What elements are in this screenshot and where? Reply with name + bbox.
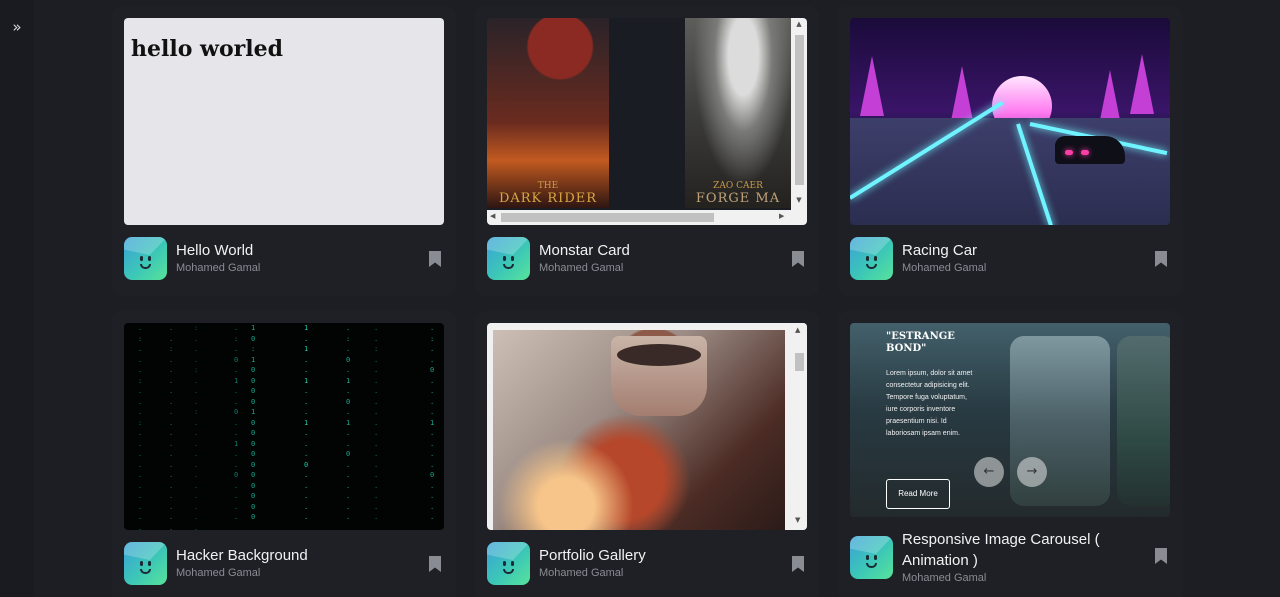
card-author[interactable]: Mohamed Gamal: [539, 262, 623, 274]
avatar[interactable]: [124, 542, 167, 585]
gallery-photo: [493, 330, 785, 530]
horizontal-scrollbar[interactable]: ◀ ▶: [487, 210, 807, 225]
card-author[interactable]: Mohamed Gamal: [902, 262, 986, 274]
bookmark-icon[interactable]: [428, 555, 442, 573]
art-caption: THE: [537, 181, 559, 191]
card-author[interactable]: Mohamed Gamal: [176, 262, 260, 274]
card-title[interactable]: Hacker Background: [176, 546, 412, 566]
project-preview[interactable]: hello worled: [124, 18, 444, 225]
bookmark-icon[interactable]: [791, 250, 805, 268]
card-meta: Hello World Mohamed Gamal: [124, 237, 444, 281]
card-title[interactable]: Monstar Card: [539, 241, 775, 261]
project-preview[interactable]: . : . . . : . . . : . . . . . . . . . . …: [124, 323, 444, 530]
card-meta: Monstar Card Mohamed Gamal: [487, 237, 807, 281]
card-meta: Portfolio Gallery Mohamed Gamal: [487, 542, 807, 586]
neon-pyramid: [950, 66, 974, 126]
scroll-up-icon[interactable]: ▲: [795, 20, 803, 28]
project-card-portfolio-gallery[interactable]: ▲ ▼ Portfolio Gallery Mohamed Gamal: [475, 311, 819, 597]
card-title[interactable]: Portfolio Gallery: [539, 546, 775, 566]
racing-car: [1055, 136, 1125, 164]
card-meta: Responsive Image Carousel ( Animation ) …: [850, 525, 1170, 585]
scroll-up-icon[interactable]: ▲: [795, 326, 800, 334]
project-preview[interactable]: THE DARK RIDER ZAO CAER FORGE MA ▲ ▼ ◀ ▶: [487, 18, 807, 225]
monster-art-dark-rider: THE DARK RIDER: [487, 18, 609, 208]
carousel-heading: "ESTRANGE BOND": [886, 331, 955, 354]
neon-pyramid: [1130, 54, 1154, 114]
card-author[interactable]: Mohamed Gamal: [902, 572, 986, 584]
scrollbar-thumb[interactable]: [501, 213, 714, 222]
bookmark-icon[interactable]: [428, 250, 442, 268]
carousel-body: Lorem ipsum, dolor sit amet consectetur …: [886, 370, 973, 437]
scroll-down-icon[interactable]: ▼: [795, 516, 800, 524]
bookmark-icon[interactable]: [1154, 547, 1168, 565]
carousel-slide[interactable]: [1117, 336, 1170, 506]
scroll-left-icon[interactable]: ◀: [490, 212, 495, 220]
art-caption: ZAO CAER: [713, 181, 763, 191]
vertical-scrollbar[interactable]: ▲ ▼: [791, 18, 807, 210]
arrow-left-icon[interactable]: ←: [974, 457, 1004, 487]
art-caption: FORGE MA: [695, 191, 781, 206]
neon-road: [850, 118, 1170, 225]
project-grid: hello worled Hello World Mohamed Gamal T…: [0, 0, 1280, 597]
card-meta: Hacker Background Mohamed Gamal: [124, 542, 444, 586]
bookmark-icon[interactable]: [791, 555, 805, 573]
avatar[interactable]: [487, 542, 530, 585]
bookmark-icon[interactable]: [1154, 250, 1168, 268]
scroll-down-icon[interactable]: ▼: [795, 196, 803, 204]
preview-heading: hello worled: [131, 36, 283, 62]
card-author[interactable]: Mohamed Gamal: [539, 567, 623, 579]
card-author[interactable]: Mohamed Gamal: [176, 567, 260, 579]
project-preview[interactable]: "ESTRANGE BOND" Lorem ipsum, dolor sit a…: [850, 323, 1170, 517]
project-preview[interactable]: ▲ ▼: [487, 323, 807, 530]
avatar[interactable]: [487, 237, 530, 280]
project-card-monstar-card[interactable]: THE DARK RIDER ZAO CAER FORGE MA ▲ ▼ ◀ ▶…: [475, 6, 819, 296]
vertical-scrollbar[interactable]: ▲ ▼: [791, 323, 807, 530]
scrollbar-thumb[interactable]: [795, 353, 804, 371]
scroll-right-icon[interactable]: ▶: [779, 212, 784, 220]
scrollbar-thumb[interactable]: [795, 35, 804, 185]
read-more-button[interactable]: Read More: [886, 479, 950, 509]
teacup: [611, 336, 707, 416]
avatar[interactable]: [850, 237, 893, 280]
monster-art-forge: ZAO CAER FORGE MA: [685, 18, 791, 208]
arrow-right-icon[interactable]: →: [1017, 457, 1047, 487]
card-title[interactable]: Responsive Image Carousel ( Animation ): [902, 529, 1138, 571]
card-title[interactable]: Racing Car: [902, 241, 1138, 261]
project-card-responsive-image-carousel[interactable]: "ESTRANGE BOND" Lorem ipsum, dolor sit a…: [838, 311, 1182, 597]
card-title[interactable]: Hello World: [176, 241, 412, 261]
project-card-hacker-background[interactable]: . : . . . : . . . : . . . . . . . . . . …: [112, 311, 456, 597]
art-caption: DARK RIDER: [498, 191, 598, 206]
neon-pyramid: [860, 56, 884, 116]
avatar[interactable]: [124, 237, 167, 280]
card-meta: Racing Car Mohamed Gamal: [850, 237, 1170, 281]
project-card-racing-car[interactable]: Racing Car Mohamed Gamal: [838, 6, 1182, 296]
project-card-hello-world[interactable]: hello worled Hello World Mohamed Gamal: [112, 6, 456, 296]
project-preview[interactable]: [850, 18, 1170, 225]
avatar[interactable]: [850, 536, 893, 579]
